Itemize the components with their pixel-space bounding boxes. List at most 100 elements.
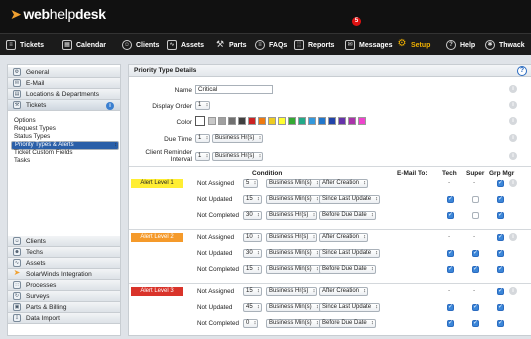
info-icon[interactable]: i xyxy=(509,85,517,93)
grp-email-checkbox[interactable] xyxy=(497,179,504,187)
color-swatch[interactable] xyxy=(348,117,356,125)
threshold-unit-select[interactable]: Business Hr(s) xyxy=(266,211,318,220)
grp-email-checkbox[interactable] xyxy=(497,249,504,257)
sidebar-item-email[interactable]: ✉ E-Mail xyxy=(8,78,120,89)
threshold-unit-select[interactable]: Business Min(s) xyxy=(266,319,321,328)
info-icon[interactable]: i xyxy=(106,102,114,110)
sidebar-item-tickets[interactable]: ⚒ Tickets i xyxy=(8,100,120,111)
nav-messages[interactable]: ✉ Messages xyxy=(345,34,392,56)
super-email-checkbox[interactable] xyxy=(472,319,479,327)
nav-tickets[interactable]: ≡ Tickets xyxy=(6,34,44,56)
grp-email-checkbox[interactable] xyxy=(497,233,504,241)
info-icon[interactable]: i xyxy=(509,179,517,187)
grp-email-checkbox[interactable] xyxy=(497,303,504,311)
color-swatch[interactable] xyxy=(298,117,306,125)
reminder-unit-select[interactable]: Business Hr(s) xyxy=(212,152,264,161)
threshold-unit-select[interactable]: Business Hr(s) xyxy=(266,287,318,296)
sidebar-sub-status-types[interactable]: Status Types xyxy=(14,133,50,140)
color-swatch[interactable] xyxy=(308,117,316,125)
threshold-number-select[interactable]: 15 xyxy=(243,195,262,204)
sidebar-item-locations[interactable]: ▤ Locations & Departments xyxy=(8,89,120,100)
threshold-when-select[interactable]: Since Last Update xyxy=(319,303,381,312)
nav-calendar[interactable]: ▦ Calendar xyxy=(62,34,106,56)
color-swatch[interactable] xyxy=(258,117,266,125)
due-time-number-select[interactable]: 1 xyxy=(195,134,211,143)
tech-email-checkbox[interactable] xyxy=(447,303,454,311)
threshold-when-select[interactable]: After Creation xyxy=(319,287,369,296)
reminder-number-select[interactable]: 1 xyxy=(195,152,211,161)
tech-email-checkbox[interactable] xyxy=(447,211,454,219)
threshold-number-select[interactable]: 30 xyxy=(243,211,262,220)
threshold-when-select[interactable]: Since Last Update xyxy=(319,195,381,204)
nav-help[interactable]: ? Help xyxy=(446,34,475,56)
super-email-checkbox[interactable] xyxy=(472,196,479,203)
sidebar-item-general[interactable]: ⚙ General xyxy=(8,67,120,78)
color-swatch[interactable] xyxy=(195,116,205,126)
color-swatch[interactable] xyxy=(278,117,286,125)
threshold-unit-select[interactable]: Business Min(s) xyxy=(266,265,321,274)
nav-setup[interactable]: ⚙ Setup xyxy=(397,34,431,56)
nav-assets[interactable]: ∿ Assets xyxy=(167,34,204,56)
threshold-number-select[interactable]: 5 xyxy=(243,179,259,188)
color-swatch[interactable] xyxy=(218,117,226,125)
sidebar-item-processes[interactable]: ∷ Processes xyxy=(8,280,120,291)
threshold-number-select[interactable]: 15 xyxy=(243,287,262,296)
color-swatch[interactable] xyxy=(318,117,326,125)
grp-email-checkbox[interactable] xyxy=(497,319,504,327)
color-swatch[interactable] xyxy=(268,117,276,125)
threshold-number-select[interactable]: 45 xyxy=(243,303,262,312)
sidebar-item-assets[interactable]: ∿ Assets xyxy=(8,258,120,269)
threshold-when-select[interactable]: After Creation xyxy=(319,179,369,188)
threshold-unit-select[interactable]: Business Min(s) xyxy=(266,179,321,188)
sidebar-item-clients[interactable]: ☺ Clients xyxy=(8,236,120,247)
sidebar-sub-request-types[interactable]: Request Types xyxy=(14,125,56,132)
super-email-checkbox[interactable] xyxy=(472,249,479,257)
tech-email-checkbox[interactable] xyxy=(447,265,454,273)
color-swatch[interactable] xyxy=(358,117,366,125)
info-icon[interactable]: i xyxy=(509,287,517,295)
sidebar-item-surveys[interactable]: ↻ Surveys xyxy=(8,291,120,302)
sidebar-sub-ticket-custom-fields[interactable]: Ticket Custom Fields xyxy=(14,149,73,156)
threshold-when-select[interactable]: Since Last Update xyxy=(319,249,381,258)
color-swatch[interactable] xyxy=(208,117,216,125)
threshold-unit-select[interactable]: Business Min(s) xyxy=(266,249,321,258)
super-email-checkbox[interactable] xyxy=(472,265,479,273)
name-input[interactable]: Critical xyxy=(195,85,273,94)
info-icon[interactable]: i xyxy=(509,117,517,125)
due-time-unit-select[interactable]: Business Hr(s) xyxy=(212,134,264,143)
threshold-number-select[interactable]: 0 xyxy=(243,319,259,328)
sidebar-item-solarwinds[interactable]: ➤ SolarWinds Integration xyxy=(8,269,120,280)
tech-email-checkbox[interactable] xyxy=(447,195,454,203)
super-email-checkbox[interactable] xyxy=(472,303,479,311)
grp-email-checkbox[interactable] xyxy=(497,265,504,273)
grp-email-checkbox[interactable] xyxy=(497,195,504,203)
nav-clients[interactable]: ☺ Clients xyxy=(122,34,159,56)
color-swatch[interactable] xyxy=(238,117,246,125)
super-email-checkbox[interactable] xyxy=(472,212,479,219)
help-icon[interactable]: ? xyxy=(517,66,527,76)
threshold-when-select[interactable]: Before Due Date xyxy=(319,319,376,328)
threshold-number-select[interactable]: 15 xyxy=(243,265,262,274)
info-icon[interactable]: i xyxy=(509,152,517,160)
threshold-unit-select[interactable]: Business Hr(s) xyxy=(266,233,318,242)
sidebar-sub-tasks[interactable]: Tasks xyxy=(14,157,30,164)
nav-faqs[interactable]: ≡ FAQs xyxy=(255,34,287,56)
sidebar-item-techs[interactable]: ☻ Techs xyxy=(8,247,120,258)
color-swatch[interactable] xyxy=(288,117,296,125)
tech-email-checkbox[interactable] xyxy=(447,249,454,257)
nav-parts[interactable]: ⚒ Parts xyxy=(215,34,247,56)
threshold-when-select[interactable]: After Creation xyxy=(319,233,369,242)
info-icon[interactable]: i xyxy=(509,101,517,109)
threshold-unit-select[interactable]: Business Min(s) xyxy=(266,303,321,312)
threshold-unit-select[interactable]: Business Min(s) xyxy=(266,195,321,204)
color-swatch[interactable] xyxy=(328,117,336,125)
threshold-number-select[interactable]: 30 xyxy=(243,249,262,258)
grp-email-checkbox[interactable] xyxy=(497,287,504,295)
info-icon[interactable]: i xyxy=(509,134,517,142)
threshold-when-select[interactable]: Before Due Date xyxy=(319,265,376,274)
app-logo[interactable]: ➤ webhelpdesk xyxy=(10,6,106,23)
info-icon[interactable]: i xyxy=(509,233,517,241)
sidebar-item-data-import[interactable]: ⇩ Data Import xyxy=(8,313,120,324)
threshold-when-select[interactable]: Before Due Date xyxy=(319,211,376,220)
color-swatch[interactable] xyxy=(248,117,256,125)
